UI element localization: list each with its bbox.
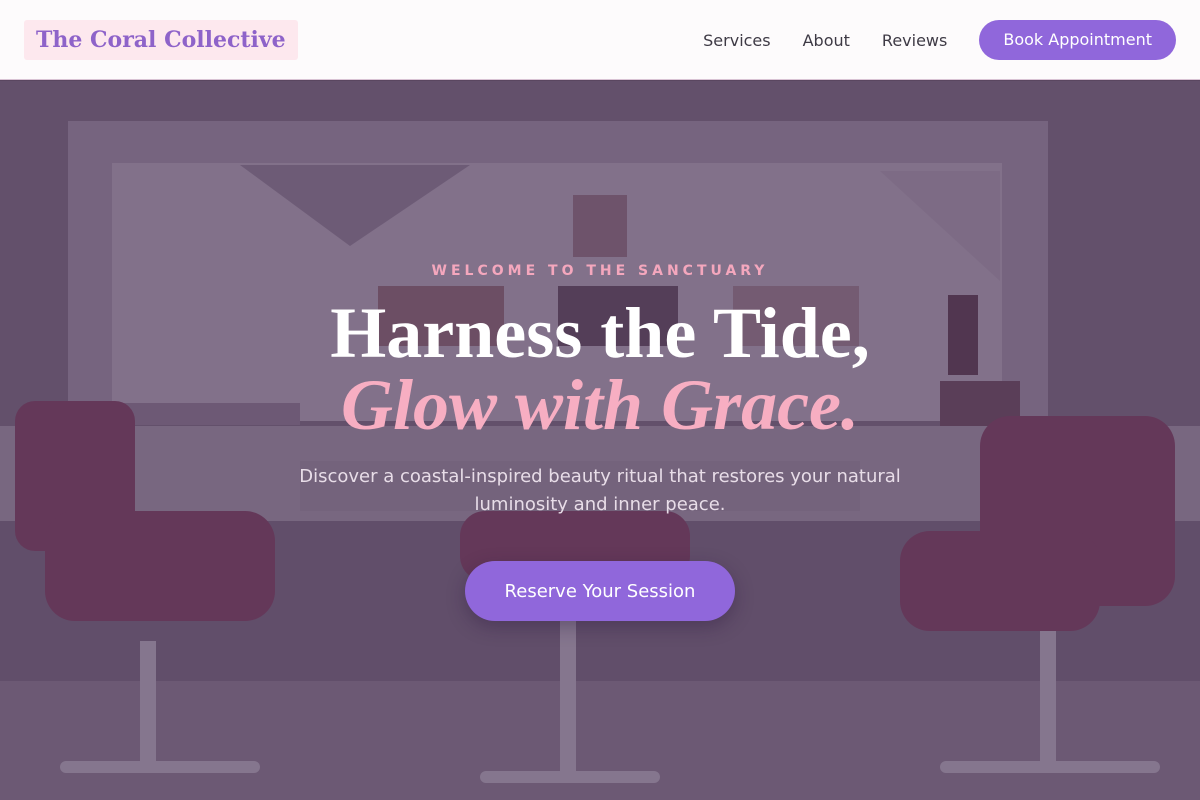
site-header: The Coral Collective Services About Revi… [0,0,1200,80]
hero-title-line-2: Glow with Grace. [340,365,860,445]
main-nav: Services About Reviews Book Appointment [703,20,1176,60]
hero-content: WELCOME TO THE SANCTUARY Harness the Tid… [0,81,1200,800]
brand-logo[interactable]: The Coral Collective [24,20,298,60]
hero-subtitle: Discover a coastal-inspired beauty ritua… [299,466,901,515]
nav-link-services[interactable]: Services [703,31,770,50]
book-appointment-button[interactable]: Book Appointment [979,20,1176,60]
hero-section: WELCOME TO THE SANCTUARY Harness the Tid… [0,81,1200,800]
hero-eyebrow: WELCOME TO THE SANCTUARY [431,263,769,279]
nav-link-reviews[interactable]: Reviews [882,31,947,50]
nav-link-about[interactable]: About [803,31,850,50]
reserve-session-button[interactable]: Reserve Your Session [465,561,735,621]
hero-title-line-1: Harness the Tide, [330,293,870,373]
